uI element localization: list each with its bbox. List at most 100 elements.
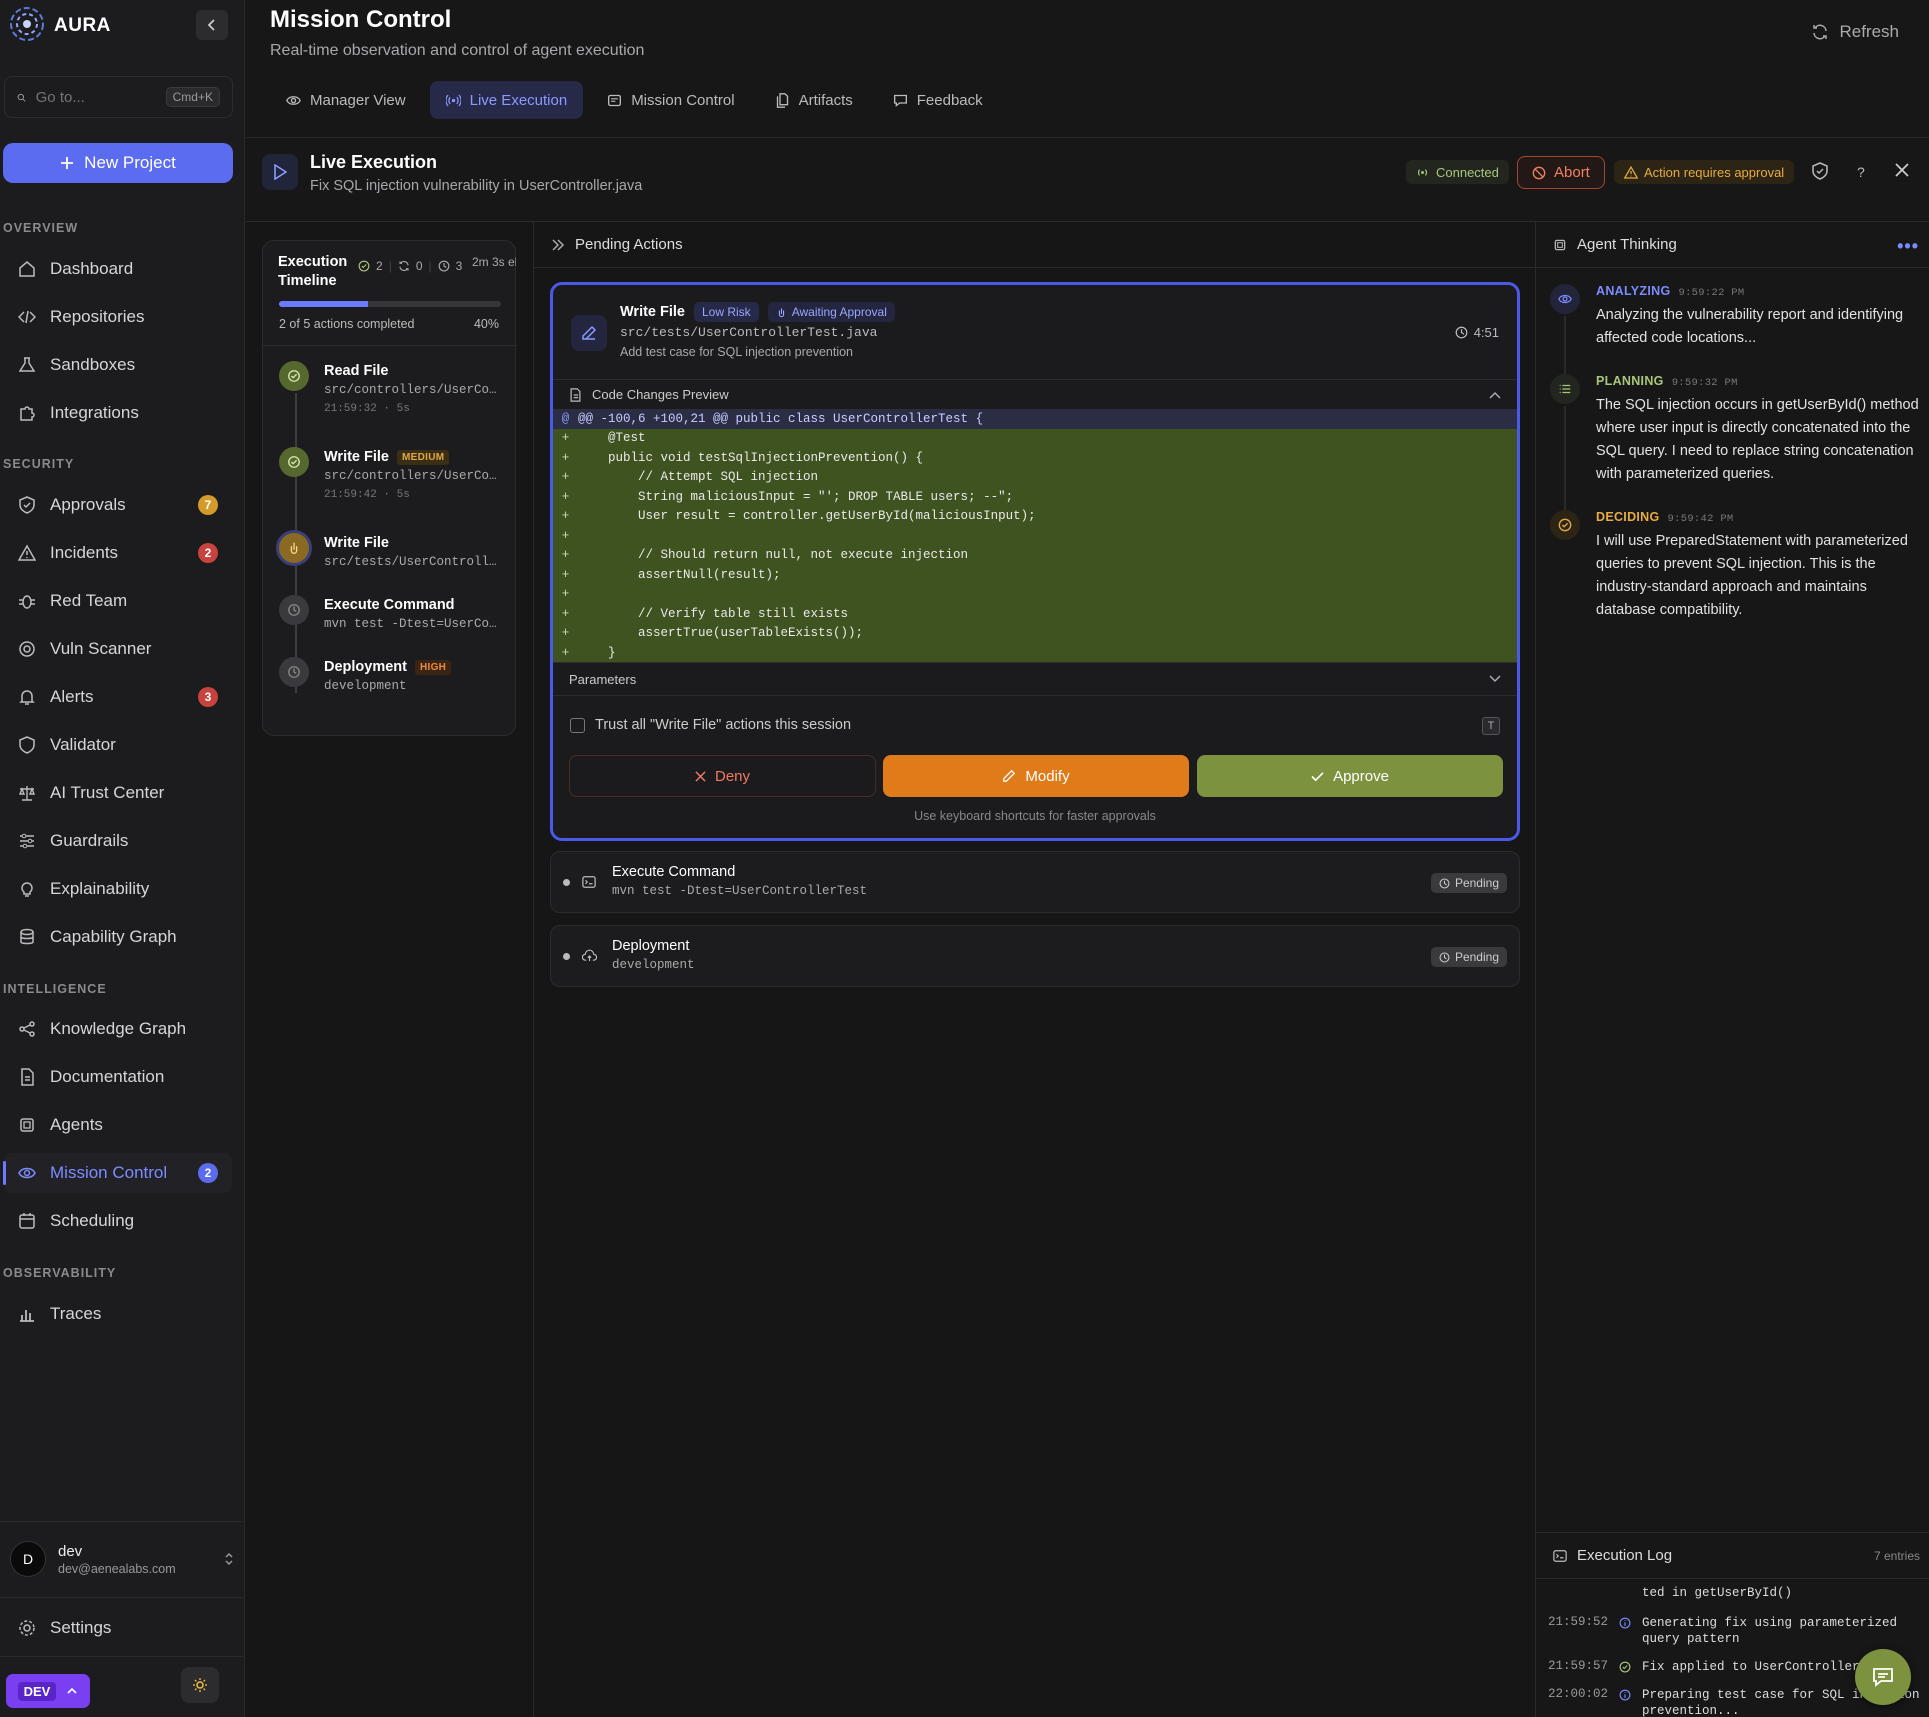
sidebar-item-label: Red Team — [50, 591, 128, 610]
status-badge: Awaiting Approval — [767, 302, 895, 322]
thought-time: 9:59:32 PM — [1671, 377, 1738, 389]
files-icon — [776, 92, 788, 108]
sidebar-item-repositories[interactable]: Repositories — [4, 297, 232, 337]
approval-timer: 4:51 — [1455, 325, 1499, 340]
collapse-sidebar-button[interactable] — [196, 10, 228, 40]
modify-button[interactable]: Modify — [883, 755, 1189, 797]
pending-actions-header: Pending Actions — [534, 222, 1535, 268]
execution-log-title: Execution Log — [1577, 1547, 1673, 1564]
refresh-button[interactable]: Refresh — [1811, 22, 1899, 42]
section-intelligence: INTELLIGENCE — [3, 982, 107, 996]
database-icon — [20, 928, 34, 945]
approve-button[interactable]: Approve — [1197, 755, 1503, 797]
check-circle-icon — [1619, 1661, 1631, 1677]
user-menu[interactable]: D dev dev@aenealabs.com — [0, 1532, 245, 1586]
trust-session-checkbox[interactable]: Trust all "Write File" actions this sess… — [570, 717, 851, 733]
sidebar-item-capability-graph[interactable]: Capability Graph — [4, 917, 232, 957]
diff-gutter: + — [561, 450, 570, 465]
sidebar-item-knowledge-graph[interactable]: Knowledge Graph — [4, 1009, 232, 1049]
user-email: dev@aenealabs.com — [58, 1561, 176, 1576]
play-button[interactable] — [262, 154, 298, 190]
parameters-toggle[interactable]: Parameters — [553, 662, 1517, 696]
step-name-text: Execute Command — [324, 597, 455, 613]
sidebar-item-alerts[interactable]: Alerts 3 — [4, 677, 232, 717]
page-subtitle: Real-time observation and control of age… — [270, 42, 645, 59]
lightbulb-icon — [21, 882, 33, 897]
step-path: src/controllers/UserController.java — [324, 383, 504, 397]
sidebar-item-integrations[interactable]: Integrations — [4, 393, 232, 433]
close-icon[interactable] — [1894, 162, 1910, 183]
help-icon[interactable]: ? — [1857, 164, 1865, 180]
thought-time: 9:59:42 PM — [1667, 513, 1734, 525]
sidebar-item-sandboxes[interactable]: Sandboxes — [4, 345, 232, 385]
tab-feedback[interactable]: Feedback — [877, 81, 999, 119]
sidebar-item-agents[interactable]: Agents — [4, 1105, 232, 1145]
new-project-button[interactable]: New Project — [3, 143, 233, 183]
code-icon — [18, 310, 36, 324]
sidebar-item-traces[interactable]: Traces — [4, 1294, 232, 1334]
progress-percent: 40% — [473, 317, 499, 331]
tab-artifacts[interactable]: Artifacts — [759, 81, 869, 119]
step-name: Read File — [324, 363, 388, 379]
goto-search[interactable]: Cmd+K — [4, 76, 233, 118]
step-path: mvn test -Dtest=UserControllerTest — [324, 617, 504, 631]
brand[interactable]: AURA — [8, 6, 111, 46]
code-preview-toggle[interactable]: Code Changes Preview — [553, 379, 1517, 409]
queued-action[interactable]: Deployment development Pending — [550, 925, 1520, 987]
sidebar-item-guardrails[interactable]: Guardrails — [4, 821, 232, 861]
sidebar-item-mission-control[interactable]: Mission Control 2 — [3, 1153, 232, 1193]
user-info: dev dev@aenealabs.com — [58, 1543, 176, 1576]
diff-code: assertNull(result); — [578, 567, 781, 582]
more-options-icon[interactable]: ••• — [1897, 236, 1919, 257]
page-header: Mission Control Real-time observation an… — [246, 0, 1929, 138]
checkbox[interactable] — [570, 717, 585, 733]
tab-mission-control[interactable]: Mission Control — [591, 81, 750, 119]
queued-action[interactable]: Execute Command mvn test -Dtest=UserCont… — [550, 851, 1520, 913]
check-icon — [1311, 771, 1324, 781]
diff-gutter: + — [561, 567, 570, 582]
tab-manager-view[interactable]: Manager View — [270, 81, 422, 119]
sidebar-item-scheduling[interactable]: Scheduling — [4, 1201, 232, 1241]
log-entry-count: 7 entries — [1873, 1549, 1920, 1563]
clock-icon — [1455, 326, 1468, 339]
sidebar-item-approvals[interactable]: Approvals 7 — [4, 485, 232, 525]
sidebar-item-label: Vuln Scanner — [50, 639, 152, 658]
status-label: Pending — [1454, 876, 1499, 890]
deny-button[interactable]: Deny — [569, 755, 876, 797]
sidebar-item-documentation[interactable]: Documentation — [4, 1057, 232, 1097]
sidebar-item-validator[interactable]: Validator — [4, 725, 232, 765]
sidebar-item-settings[interactable]: Settings — [4, 1608, 232, 1648]
environment-switcher[interactable]: DEV — [6, 1674, 90, 1708]
diff-gutter: + — [561, 606, 570, 621]
new-project-label: New Project — [84, 153, 176, 172]
goto-input[interactable] — [35, 88, 156, 106]
sidebar-item-label: Knowledge Graph — [50, 1019, 187, 1038]
sidebar-item-red-team[interactable]: Red Team — [4, 581, 232, 621]
check-circle-icon — [358, 260, 370, 272]
thought-stage: DECIDING — [1596, 510, 1660, 524]
sidebar-item-explainability[interactable]: Explainability — [4, 869, 232, 909]
retry-count: 0 — [415, 259, 423, 273]
tab-live-execution[interactable]: Live Execution — [429, 81, 584, 119]
diff-line: + @Test — [553, 429, 1517, 449]
chat-support-button[interactable] — [1855, 1649, 1911, 1705]
abort-button[interactable]: Abort — [1517, 156, 1605, 189]
hand-icon — [778, 307, 784, 317]
sidebar-item-incidents[interactable]: Incidents 2 — [4, 533, 232, 573]
diff-line: + // Verify table still exists — [553, 604, 1517, 624]
sidebar-item-label: Settings — [50, 1618, 112, 1637]
plus-icon — [61, 157, 74, 169]
scan-icon — [19, 641, 35, 657]
sidebar-item-dashboard[interactable]: Dashboard — [4, 249, 232, 289]
section-observability: OBSERVABILITY — [3, 1266, 117, 1280]
diff-gutter: + — [561, 548, 570, 563]
diff-gutter: + — [561, 528, 570, 543]
shield-check-icon[interactable] — [1811, 162, 1829, 185]
list-icon — [1550, 374, 1580, 404]
sidebar-item-ai-trust-center[interactable]: AI Trust Center — [4, 773, 232, 813]
code-preview-label: Code Changes Preview — [592, 387, 729, 402]
chevron-up-icon — [67, 1687, 77, 1694]
timeline-column: Execution Timeline 2 | 0 | 3 2m 3s elaps… — [246, 222, 534, 1717]
theme-toggle-button[interactable] — [181, 1667, 219, 1703]
sidebar-item-vuln-scanner[interactable]: Vuln Scanner — [4, 629, 232, 669]
